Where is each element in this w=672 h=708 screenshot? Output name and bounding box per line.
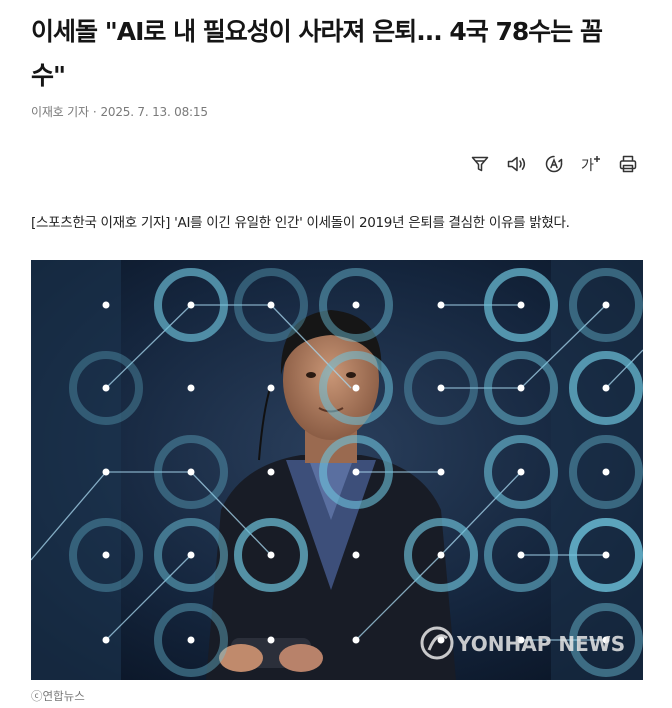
reporter-name[interactable]: 이재호 기자: [31, 105, 89, 119]
publish-date: 2025. 7. 13. 08:15: [100, 105, 208, 119]
svg-text:YONHAP NEWS: YONHAP NEWS: [456, 632, 625, 656]
font-size-icon: 가: [581, 156, 600, 174]
article-headline: 이세돌 "AI로 내 필요성이 사라져 은퇴... 4국 78수는 꼼수": [31, 17, 603, 90]
byline: 이재호 기자 · 2025. 7. 13. 08:15: [31, 103, 208, 120]
article-lede: [스포츠한국 이재호 기자] 'AI를 이긴 유일한 인간' 이세돌이 2019…: [31, 215, 570, 231]
translate-icon: [545, 155, 563, 173]
article-toolbar: 가: [466, 150, 642, 178]
print-button[interactable]: [614, 150, 642, 178]
speaker-icon: [507, 156, 526, 172]
photo-credit: ⓒ연합뉴스: [31, 689, 85, 703]
print-icon: [619, 155, 637, 173]
translate-button[interactable]: [540, 150, 568, 178]
photo-illustration: YONHAP NEWS: [31, 260, 643, 680]
filter-icon: [471, 156, 489, 172]
article-photo[interactable]: YONHAP NEWS: [31, 260, 643, 680]
font-size-button[interactable]: 가: [577, 150, 605, 178]
summary-button[interactable]: [466, 150, 494, 178]
listen-button[interactable]: [503, 150, 531, 178]
byline-separator: ·: [92, 105, 97, 119]
svg-text:가: 가: [581, 158, 594, 174]
